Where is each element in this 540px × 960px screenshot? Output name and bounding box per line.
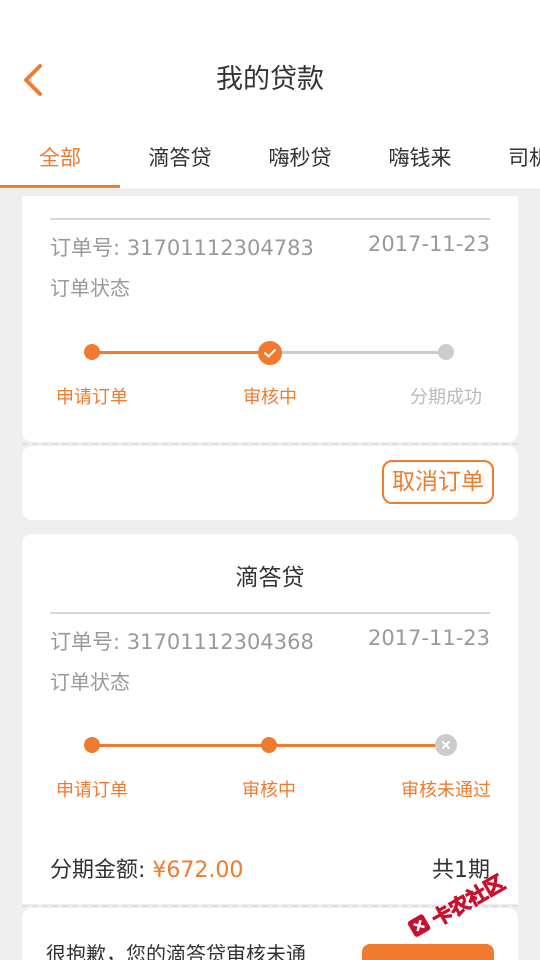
order-status-title: 订单状态 xyxy=(50,276,130,300)
order-card: 订单号: 31701112304783 2017-11-23 订单状态 申请订单… xyxy=(22,196,518,442)
header: 我的贷款 全部 滴答贷 嗨秒贷 嗨钱来 司机 xyxy=(0,0,540,190)
order-date: 2017-11-23 xyxy=(367,232,490,256)
tab-haimiaodai[interactable]: 嗨秒贷 xyxy=(240,130,360,188)
order-date: 2017-11-23 xyxy=(367,626,490,650)
page-title: 我的贷款 xyxy=(216,64,324,95)
active-tab-indicator xyxy=(0,185,120,188)
step-label-review: 审核中 xyxy=(243,387,297,408)
order-card-actions: 取消订单 xyxy=(22,446,518,520)
loan-product-title: 滴答贷 xyxy=(235,565,305,591)
order-status-title: 订单状态 xyxy=(50,670,130,694)
tab-bar: 全部 滴答贷 嗨秒贷 嗨钱来 司机 xyxy=(0,130,540,190)
rejection-message: 很抱歉，您的滴答贷审核未通 xyxy=(46,942,306,960)
installment-amount-value: ¥672.00 xyxy=(152,858,244,883)
progress-line-pending xyxy=(270,351,446,354)
step-rejected-close-icon xyxy=(435,734,457,756)
tab-didadai[interactable]: 滴答贷 xyxy=(120,130,240,188)
step-label-apply: 申请订单 xyxy=(56,387,128,408)
dashed-divider xyxy=(22,443,518,445)
order-number: 订单号: 31701112304783 xyxy=(50,236,314,260)
order-card: 滴答贷 订单号: 31701112304368 2017-11-23 订单状态 … xyxy=(22,534,518,904)
step-label-success: 分期成功 xyxy=(410,387,482,408)
card-divider xyxy=(50,612,490,614)
tab-siji-label: 司机 xyxy=(508,146,540,170)
installment-amount: 分期金额: ¥672.00 xyxy=(50,852,243,884)
step-label-rejected: 审核未通过 xyxy=(401,780,491,801)
tab-siji[interactable]: 司机 xyxy=(480,130,540,188)
step-dot-complete xyxy=(84,344,100,360)
step-label-review: 审核中 xyxy=(242,780,296,801)
step-current-check-icon xyxy=(258,341,282,365)
step-dot-complete xyxy=(261,737,277,753)
progress-line-complete xyxy=(92,351,270,354)
card-divider xyxy=(50,218,490,220)
tab-haiqianlai[interactable]: 嗨钱来 xyxy=(360,130,480,188)
installment-amount-label: 分期金额: xyxy=(50,858,153,883)
tabs-divider xyxy=(0,189,540,190)
step-dot-pending xyxy=(438,344,454,360)
tab-all[interactable]: 全部 xyxy=(0,130,120,188)
order-number: 订单号: 31701112304368 xyxy=(50,630,314,654)
step-dot-complete xyxy=(84,737,100,753)
step-label-apply: 申请订单 xyxy=(56,780,128,801)
cancel-order-button[interactable]: 取消订单 xyxy=(382,460,494,504)
